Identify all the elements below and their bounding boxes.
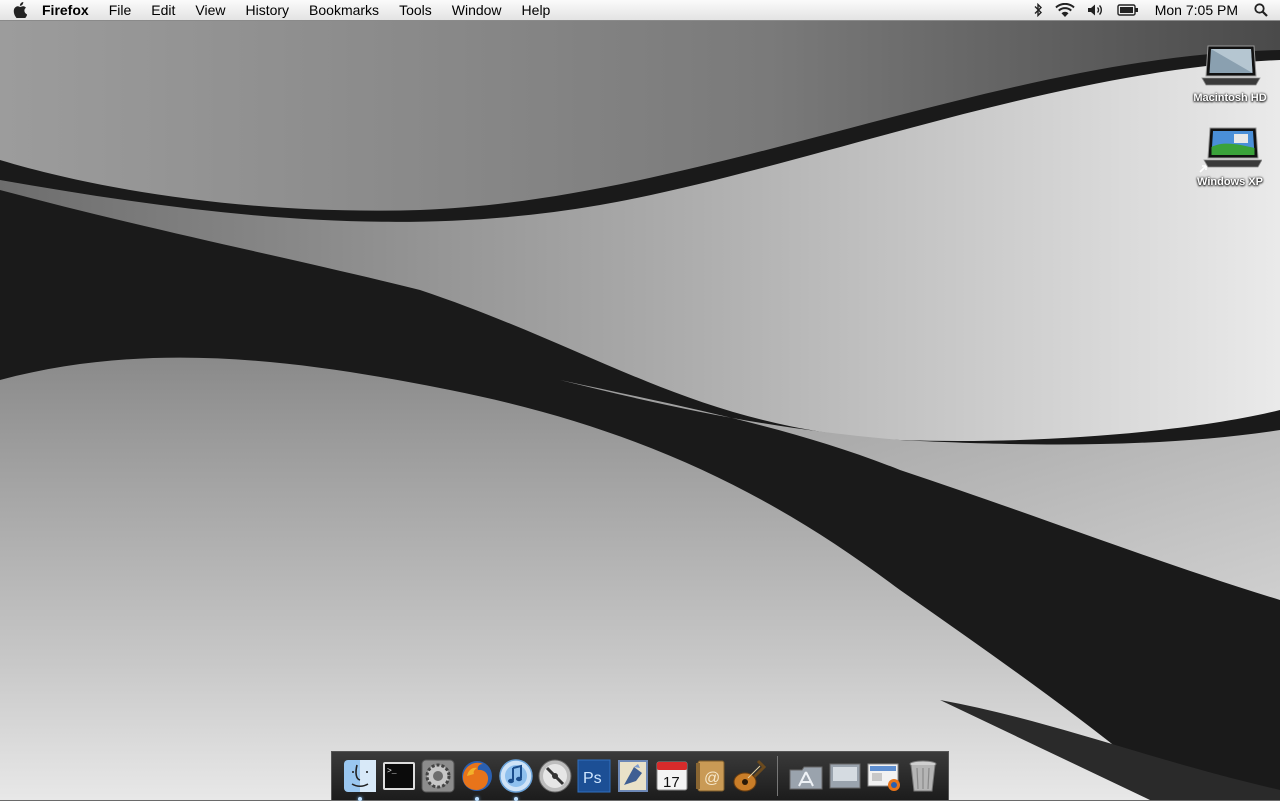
app-menu-firefox[interactable]: Firefox <box>40 0 99 21</box>
bluetooth-icon[interactable] <box>1027 0 1049 21</box>
dock-itunes[interactable] <box>498 758 534 801</box>
volume-icon[interactable] <box>1081 0 1111 21</box>
terminal-icon: >_ <box>382 762 415 790</box>
desktop-icon-windows-xp[interactable]: Windows XP <box>1185 126 1275 188</box>
dock: >_ Ps 17 @ <box>331 751 949 801</box>
finder-icon <box>343 760 376 792</box>
applications-folder-icon <box>789 766 822 790</box>
dock-mail[interactable] <box>615 758 651 794</box>
apple-menu-icon[interactable] <box>0 0 40 21</box>
itunes-icon <box>498 759 533 793</box>
address-book-symbol: @ <box>704 770 720 787</box>
dock-terminal[interactable]: >_ <box>381 758 417 794</box>
dock-applications-stack[interactable] <box>788 758 824 794</box>
hard-drive-icon <box>1201 45 1261 86</box>
photoshop-icon: Ps <box>577 759 610 793</box>
dock-downloads-stack[interactable] <box>866 758 902 794</box>
battery-icon[interactable] <box>1111 0 1145 21</box>
downloads-stack-icon <box>867 763 900 791</box>
menu-window[interactable]: Window <box>442 0 512 21</box>
spotlight-search-icon[interactable] <box>1248 0 1274 21</box>
documents-folder-icon <box>829 763 860 789</box>
dock-system-preferences[interactable] <box>420 758 456 794</box>
address-book-icon: @ <box>695 760 724 792</box>
menubar-clock[interactable]: Mon 7:05 PM <box>1145 0 1248 21</box>
dock-finder[interactable] <box>342 758 378 801</box>
menu-edit[interactable]: Edit <box>141 0 185 21</box>
wifi-icon[interactable] <box>1049 0 1081 21</box>
running-indicator <box>513 797 518 801</box>
dock-dvd-player[interactable] <box>537 758 573 794</box>
dock-firefox[interactable] <box>459 758 495 801</box>
trash-icon <box>909 760 936 792</box>
dock-documents-stack[interactable] <box>827 758 863 794</box>
menu-view[interactable]: View <box>185 0 235 21</box>
photoshop-label: Ps <box>583 770 602 787</box>
menu-help[interactable]: Help <box>512 0 561 21</box>
menu-bookmarks[interactable]: Bookmarks <box>299 0 389 21</box>
virtual-machine-alias-icon <box>1199 127 1262 173</box>
menu-file[interactable]: File <box>99 0 142 21</box>
dock-garageband[interactable] <box>732 758 768 794</box>
menu-bar: Firefox File Edit View History Bookmarks… <box>0 0 1280 21</box>
ical-icon: 17 <box>656 761 687 791</box>
svg-text:>_: >_ <box>387 767 397 776</box>
menu-history[interactable]: History <box>235 0 299 21</box>
dock-address-book[interactable]: @ <box>693 758 729 794</box>
dock-ical[interactable]: 17 <box>654 758 690 794</box>
dock-photoshop[interactable]: Ps <box>576 758 612 794</box>
ical-date: 17 <box>663 774 680 791</box>
desktop-icon-label: Windows XP <box>1197 176 1263 188</box>
firefox-icon <box>461 761 492 791</box>
dock-trash[interactable] <box>905 758 941 794</box>
menu-tools[interactable]: Tools <box>389 0 442 21</box>
desktop-icon-label: Macintosh HD <box>1193 92 1267 104</box>
garageband-icon <box>733 759 766 792</box>
running-indicator <box>357 797 362 801</box>
running-indicator <box>474 797 479 801</box>
dock-separator <box>777 756 778 796</box>
mail-icon <box>617 760 648 792</box>
desktop-wallpaper <box>0 0 1280 800</box>
desktop-icon-macintosh-hd[interactable]: Macintosh HD <box>1185 42 1275 104</box>
system-preferences-icon <box>421 759 454 793</box>
dvd-player-icon <box>538 759 571 793</box>
